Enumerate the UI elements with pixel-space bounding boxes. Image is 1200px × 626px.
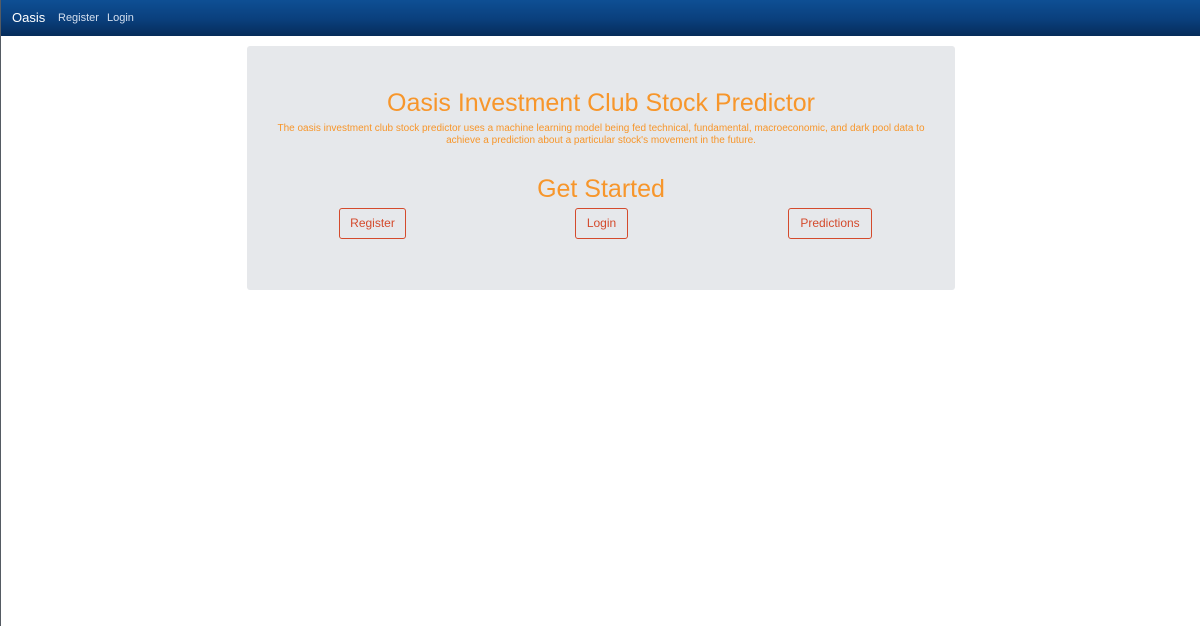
- register-button[interactable]: Register: [339, 208, 406, 239]
- hero-title: Oasis Investment Club Stock Predictor: [387, 89, 815, 117]
- nav-register-link[interactable]: Register: [58, 12, 99, 25]
- hero-description: The oasis investment club stock predicto…: [277, 123, 925, 146]
- nav-login-link[interactable]: Login: [107, 12, 134, 25]
- brand-link[interactable]: Oasis: [12, 10, 45, 26]
- page: Oasis Register Login Oasis Investment Cl…: [0, 0, 1200, 626]
- top-navbar: Oasis Register Login: [1, 0, 1200, 36]
- hero-jumbotron: [247, 46, 955, 290]
- predictions-button[interactable]: Predictions: [788, 208, 872, 239]
- login-button[interactable]: Login: [575, 208, 628, 239]
- get-started-title: Get Started: [537, 175, 665, 203]
